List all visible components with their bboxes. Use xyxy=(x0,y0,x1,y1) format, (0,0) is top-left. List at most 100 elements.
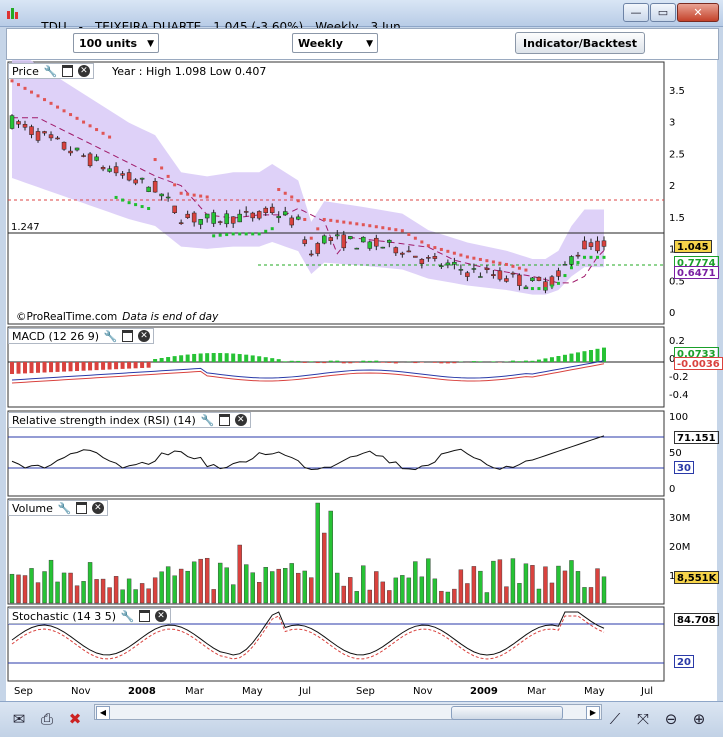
sar-dot xyxy=(479,258,482,261)
volume-bar xyxy=(153,578,157,603)
indicator-backtest-button[interactable]: Indicator/Backtest xyxy=(515,32,645,54)
horizontal-scrollbar[interactable]: ◀ ▶ xyxy=(94,704,602,720)
macd-histogram-bar xyxy=(517,361,521,362)
candle-body xyxy=(472,268,476,269)
candle-body xyxy=(530,278,534,281)
volume-bar xyxy=(368,590,372,603)
chevron-down-icon: ▼ xyxy=(147,34,154,54)
window-icon[interactable] xyxy=(76,502,87,514)
macd-histogram-bar xyxy=(589,350,593,362)
scroll-thumb[interactable] xyxy=(451,706,563,720)
sar-dot xyxy=(518,267,521,270)
maximize-button[interactable]: ▭ xyxy=(650,3,676,22)
macd-histogram-bar xyxy=(511,361,515,362)
candle-body xyxy=(121,174,125,176)
macd-histogram-bar xyxy=(290,361,294,362)
macd-histogram-bar xyxy=(446,362,450,363)
close-icon[interactable]: ✕ xyxy=(78,65,90,77)
sar-dot xyxy=(375,225,378,228)
close-button[interactable]: ✕ xyxy=(677,3,719,22)
sar-dot xyxy=(524,269,527,272)
candle-body xyxy=(296,217,300,219)
candle-body xyxy=(374,238,378,246)
candle-body xyxy=(173,206,177,213)
minimize-button[interactable]: — xyxy=(623,3,649,22)
window-icon[interactable] xyxy=(62,65,73,77)
wrench-icon[interactable]: 🔧 xyxy=(44,65,57,78)
sar-dot xyxy=(596,256,599,259)
volume-bar xyxy=(82,581,86,603)
timeframe-select[interactable]: Weekly ▼ xyxy=(292,33,378,53)
wrench-icon[interactable]: 🔧 xyxy=(121,610,134,623)
trendline-tool-icon[interactable]: ⟋ xyxy=(604,708,626,730)
sar-dot xyxy=(30,91,33,94)
sar-dot xyxy=(193,194,196,197)
candle-body xyxy=(452,262,456,264)
macd-signal-box: -0.0036 xyxy=(674,357,723,370)
sar-dot xyxy=(453,252,456,255)
wrench-icon[interactable]: 🔧 xyxy=(104,330,117,343)
x-axis-tick: Nov xyxy=(413,686,433,697)
candle-body xyxy=(335,235,339,236)
mail-icon[interactable]: ✉ xyxy=(8,708,30,730)
macd-histogram-bar xyxy=(355,362,359,363)
sar-dot xyxy=(433,246,436,249)
macd-histogram-bar xyxy=(296,361,300,362)
volume-bar xyxy=(491,561,495,603)
wrench-icon[interactable]: 🔧 xyxy=(58,502,71,515)
close-icon[interactable]: ✕ xyxy=(92,502,104,514)
print-icon[interactable]: ⎙ xyxy=(36,708,58,730)
window-icon[interactable] xyxy=(219,414,230,426)
sar-dot xyxy=(69,113,72,116)
candle-body xyxy=(270,207,274,213)
close-icon[interactable]: ✕ xyxy=(235,414,247,426)
volume-bar xyxy=(238,545,242,603)
candle-body xyxy=(218,222,222,223)
macd-histogram-bar xyxy=(543,358,547,362)
candle-body xyxy=(316,243,320,253)
sar-dot xyxy=(238,232,241,235)
macd-histogram-bar xyxy=(212,353,216,362)
macd-histogram-bar xyxy=(192,354,196,362)
stoch-panel-title: Stochastic (14 3 5) xyxy=(12,610,116,623)
scroll-right-arrow[interactable]: ▶ xyxy=(586,706,600,720)
candle-body xyxy=(88,154,92,166)
macd-histogram-bar xyxy=(114,362,118,369)
close-icon[interactable]: ✕ xyxy=(155,610,167,622)
sar-dot xyxy=(388,227,391,230)
rsi-panel-title: Relative strength index (RSI) (14) xyxy=(12,414,196,427)
sar-dot xyxy=(43,98,46,101)
sar-dot xyxy=(134,203,137,206)
volume-bar xyxy=(179,569,183,603)
zoom-fit-icon[interactable]: ⤧ xyxy=(632,708,654,730)
units-select[interactable]: 100 units ▼ xyxy=(73,33,159,53)
chart-canvas[interactable]: 3.532.521.510.500.20-0.2-0.410050030M20M… xyxy=(6,60,717,701)
wrench-icon[interactable]: 🔧 xyxy=(201,414,214,427)
candle-body xyxy=(407,251,411,252)
candle-body xyxy=(355,248,359,249)
year-info: Year : High 1.098 Low 0.407 xyxy=(112,65,266,78)
candle-body xyxy=(43,131,47,133)
close-icon[interactable]: ✕ xyxy=(138,330,150,342)
volume-bar xyxy=(303,571,307,603)
x-axis-tick: Sep xyxy=(14,686,33,697)
window-icon[interactable] xyxy=(139,610,150,622)
macd-histogram-bar xyxy=(121,362,125,369)
candle-body xyxy=(563,264,567,265)
candle-body xyxy=(95,157,99,161)
window-icon[interactable] xyxy=(122,330,133,342)
zoom-out-icon[interactable]: ⊖ xyxy=(660,708,682,730)
macd-histogram-bar xyxy=(205,353,209,362)
macd-histogram-bar xyxy=(316,362,320,363)
volume-bar xyxy=(30,568,34,603)
delete-icon[interactable]: ✖ xyxy=(64,708,86,730)
sar-dot xyxy=(271,227,274,230)
volume-bar xyxy=(212,589,216,603)
volume-bar xyxy=(69,573,73,603)
sar-dot xyxy=(563,274,566,277)
scroll-left-arrow[interactable]: ◀ xyxy=(96,706,110,720)
volume-bar xyxy=(108,588,112,603)
zoom-in-icon[interactable]: ⊕ xyxy=(688,708,710,730)
candle-body xyxy=(290,218,294,225)
sar-dot xyxy=(316,227,319,230)
